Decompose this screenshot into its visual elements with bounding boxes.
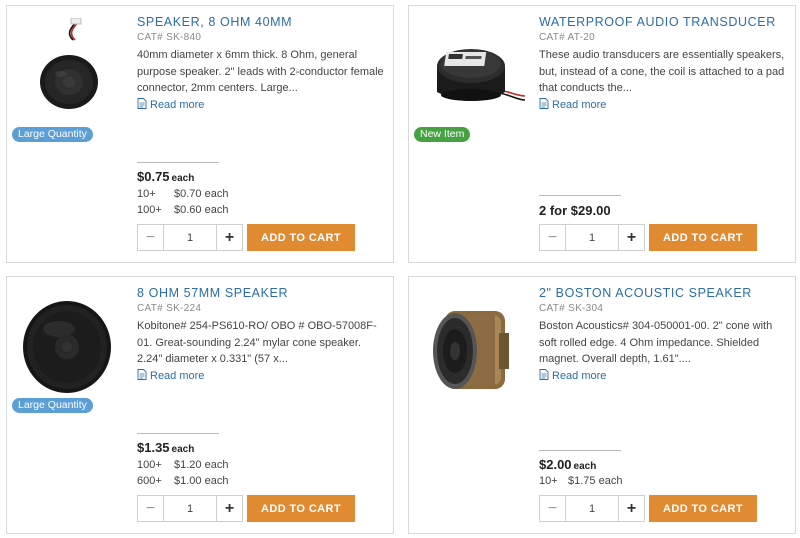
tier-price: $0.70 each	[174, 188, 229, 200]
price-divider	[539, 195, 621, 196]
tier-price: $1.75 each	[568, 475, 623, 487]
quantity-input[interactable]	[163, 496, 217, 521]
product-title[interactable]: 8 OHM 57MM SPEAKER	[137, 286, 288, 300]
price: 2 for $29.00	[539, 203, 611, 218]
catalog-number: CAT# SK-224	[137, 303, 202, 314]
minus-icon[interactable]: −	[138, 225, 163, 250]
badge-large-quantity: Large Quantity	[12, 398, 93, 413]
add-to-cart-button[interactable]: ADD TO CART	[649, 495, 757, 522]
add-to-cart-button[interactable]: ADD TO CART	[247, 224, 355, 251]
quantity-stepper: − +	[137, 224, 243, 251]
product-card: 2" BOSTON ACOUSTIC SPEAKER CAT# SK-304 B…	[408, 276, 796, 534]
tier-price: $0.60 each	[174, 204, 229, 216]
plus-icon[interactable]: +	[619, 225, 644, 250]
plus-icon[interactable]: +	[217, 225, 242, 250]
tier-qty: 600+	[137, 475, 162, 487]
plus-icon[interactable]: +	[619, 496, 644, 521]
read-more-label: Read more	[150, 370, 205, 382]
price-value: $0.75	[137, 169, 170, 184]
price-divider	[539, 450, 621, 451]
quantity-stepper: − +	[539, 224, 645, 251]
minus-icon[interactable]: −	[540, 496, 565, 521]
badge-large-quantity: Large Quantity	[12, 127, 93, 142]
document-icon	[137, 369, 147, 383]
add-to-cart-button[interactable]: ADD TO CART	[247, 495, 355, 522]
minus-icon[interactable]: −	[540, 225, 565, 250]
read-more-label: Read more	[150, 99, 205, 111]
product-image[interactable]	[415, 18, 527, 130]
price-divider	[137, 433, 219, 434]
quantity-input[interactable]	[565, 225, 619, 250]
document-icon	[539, 98, 549, 112]
product-title[interactable]: 2" BOSTON ACOUSTIC SPEAKER	[539, 286, 752, 300]
read-more-link[interactable]: Read more	[539, 98, 606, 112]
price: $1.35 each	[137, 440, 194, 455]
catalog-number: CAT# AT-20	[539, 32, 595, 43]
read-more-link[interactable]: Read more	[137, 98, 204, 112]
price: $2.00 each	[539, 457, 596, 472]
product-title[interactable]: WATERPROOF AUDIO TRANSDUCER	[539, 15, 776, 29]
read-more-label: Read more	[552, 99, 607, 111]
product-title[interactable]: SPEAKER, 8 OHM 40MM	[137, 15, 292, 29]
minus-icon[interactable]: −	[138, 496, 163, 521]
tier-qty: 10+	[539, 475, 558, 487]
quantity-input[interactable]	[163, 225, 217, 250]
tier-price: $1.00 each	[174, 475, 229, 487]
price-tier: 10+ $1.75 each	[539, 475, 622, 487]
product-image[interactable]	[13, 289, 125, 401]
product-description: Boston Acoustics# 304-050001-00. 2" cone…	[539, 320, 773, 365]
read-more-link[interactable]: Read more	[539, 369, 606, 383]
price-value: $2.00	[539, 457, 572, 472]
price-tier: 100+ $1.20 each	[137, 459, 228, 471]
price: $0.75 each	[137, 169, 194, 184]
product-card: New Item WATERPROOF AUDIO TRANSDUCER CAT…	[408, 5, 796, 263]
catalog-number: CAT# SK-304	[539, 303, 604, 314]
product-image[interactable]	[415, 289, 527, 401]
tier-qty: 10+	[137, 188, 156, 200]
price-tier: 600+ $1.00 each	[137, 475, 228, 487]
read-more-label: Read more	[552, 370, 607, 382]
product-description: These audio transducers are essentially …	[539, 49, 785, 94]
product-description: Kobitone# 254-PS610-RO/ OBO # OBO-57008F…	[137, 320, 377, 365]
catalog-number: CAT# SK-840	[137, 32, 202, 43]
plus-icon[interactable]: +	[217, 496, 242, 521]
tier-qty: 100+	[137, 459, 162, 471]
price-divider	[137, 162, 219, 163]
price-value: 2 for $29.00	[539, 203, 611, 218]
quantity-stepper: − +	[539, 495, 645, 522]
price-value: $1.35	[137, 440, 170, 455]
price-unit: each	[171, 444, 195, 455]
add-to-cart-button[interactable]: ADD TO CART	[649, 224, 757, 251]
document-icon	[137, 98, 147, 112]
product-image[interactable]	[13, 18, 125, 130]
read-more-link[interactable]: Read more	[137, 369, 204, 383]
price-tier: 10+ $0.70 each	[137, 188, 228, 200]
tier-qty: 100+	[137, 204, 162, 216]
price-unit: each	[573, 461, 597, 472]
product-card: Large Quantity 8 OHM 57MM SPEAKER CAT# S…	[6, 276, 394, 534]
product-description: 40mm diameter x 6mm thick. 8 Ohm, genera…	[137, 49, 384, 94]
price-unit: each	[171, 173, 195, 184]
quantity-input[interactable]	[565, 496, 619, 521]
badge-new-item: New Item	[414, 127, 471, 142]
price-tier: 100+ $0.60 each	[137, 204, 228, 216]
document-icon	[539, 369, 549, 383]
product-card: Large Quantity SPEAKER, 8 OHM 40MM CAT# …	[6, 5, 394, 263]
tier-price: $1.20 each	[174, 459, 229, 471]
quantity-stepper: − +	[137, 495, 243, 522]
